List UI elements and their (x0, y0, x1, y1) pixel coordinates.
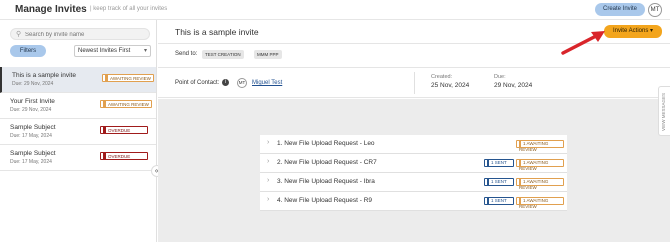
invite-title: Sample Subject (10, 150, 56, 157)
requests-area: › 1. New File Upload Request - Leo 1 AWA… (158, 99, 670, 242)
invite-due: Due: 17 May, 2024 (10, 159, 52, 165)
sidebar: ⚲ Filters Newest Invites First ▾ This is… (0, 20, 157, 242)
view-messages-label: VIEW MESSAGES (661, 92, 666, 131)
chevron-right-icon: › (267, 158, 270, 165)
invite-heading: This is a sample invite (175, 27, 259, 37)
create-invite-button[interactable]: Create Invite (595, 3, 645, 16)
invite-title: Your First Invite (10, 98, 55, 105)
page-subtitle: | keep track of all your invites (90, 6, 168, 12)
invite-list-item[interactable]: Sample Subject Due: 17 May, 2024 OVERDUE (0, 119, 156, 145)
search-box[interactable]: ⚲ (10, 28, 150, 40)
request-title: 3. New File Upload Request - Ibra (277, 178, 375, 185)
info-icon[interactable]: i (222, 79, 229, 86)
chevron-right-icon: › (267, 196, 270, 203)
status-badge: OVERDUE (100, 126, 148, 134)
request-title: 4. New File Upload Request - R9 (277, 197, 373, 204)
user-avatar[interactable]: MT (648, 3, 662, 17)
status-badge: 1 AWAITING REVIEW (516, 197, 564, 209)
recipient-tag: MMM PPP (254, 50, 282, 59)
request-row[interactable]: › 2. New File Upload Request - CR7 1 SEN… (260, 154, 567, 173)
invite-list-item[interactable]: Sample Subject Due: 17 May, 2024 OVERDUE (0, 145, 156, 171)
sort-select-value: Newest Invites First (78, 48, 131, 54)
poc-name-link[interactable]: Miguel Test (252, 80, 282, 86)
invite-actions-button[interactable]: Invite Actions ▾ (604, 25, 662, 38)
sent-badge: 1 SENT (484, 159, 514, 167)
chevron-down-icon: ▾ (143, 48, 147, 54)
view-messages-tab[interactable]: VIEW MESSAGES (658, 86, 670, 136)
request-title: 1. New File Upload Request - Leo (277, 140, 375, 147)
sent-badge: 1 SENT (484, 178, 514, 186)
invite-due: Due: 29 Nov, 2024 (12, 81, 54, 87)
invite-list: This is a sample invite Due: 29 Nov, 202… (0, 67, 156, 171)
request-title: 2. New File Upload Request - CR7 (277, 159, 377, 166)
top-bar: Manage Invites | keep track of all your … (0, 0, 670, 20)
invite-title: Sample Subject (10, 124, 56, 131)
due-label: Due: (494, 74, 506, 80)
invite-title: This is a sample invite (12, 72, 76, 79)
arrow-icon (561, 31, 605, 55)
poc-avatar: MT (237, 78, 247, 88)
send-to-label: Send to: (175, 51, 198, 57)
invite-list-item[interactable]: This is a sample invite Due: 29 Nov, 202… (0, 67, 156, 93)
invite-due: Due: 29 Nov, 2024 (10, 107, 52, 113)
status-badge: 1 AWAITING REVIEW (516, 178, 564, 190)
filters-button[interactable]: Filters (10, 45, 46, 57)
poc-label: Point of Contact: (175, 80, 220, 86)
status-badge: OVERDUE (100, 152, 148, 160)
chevron-right-icon: › (267, 177, 270, 184)
caret-down-icon: ▾ (650, 28, 654, 34)
created-label: Created: (431, 74, 453, 80)
invite-actions-label: Invite Actions (612, 28, 649, 34)
recipient-tag: TEST CREATION (202, 50, 244, 59)
invite-list-item[interactable]: Your First Invite Due: 29 Nov, 2024 AWAI… (0, 93, 156, 119)
created-value: 25 Nov, 2024 (431, 82, 470, 89)
status-badge: AWAITING REVIEW (102, 74, 154, 82)
due-value: 29 Nov, 2024 (494, 82, 533, 89)
page-title: Manage Invites (15, 4, 87, 15)
divider (414, 72, 415, 94)
contact-dates-row: Point of Contact: i MT Miguel Test Creat… (158, 68, 670, 98)
chevron-right-icon: › (267, 139, 270, 146)
request-row[interactable]: › 3. New File Upload Request - Ibra 1 SE… (260, 173, 567, 192)
invite-due: Due: 17 May, 2024 (10, 133, 52, 139)
request-row[interactable]: › 4. New File Upload Request - R9 1 SENT… (260, 192, 567, 211)
request-list: › 1. New File Upload Request - Leo 1 AWA… (260, 135, 567, 211)
status-badge: 1 AWAITING REVIEW (516, 140, 564, 152)
sort-select[interactable]: Newest Invites First ▾ (74, 45, 151, 57)
status-badge: AWAITING REVIEW (100, 100, 152, 108)
search-input[interactable] (25, 30, 145, 39)
request-row[interactable]: › 1. New File Upload Request - Leo 1 AWA… (260, 135, 567, 154)
status-badge: 1 AWAITING REVIEW (516, 159, 564, 171)
sent-badge: 1 SENT (484, 197, 514, 205)
search-icon: ⚲ (16, 31, 22, 38)
